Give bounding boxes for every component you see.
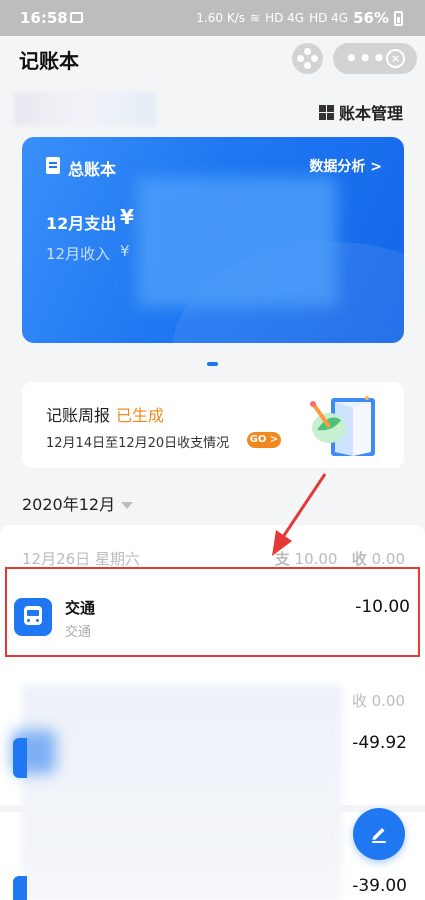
blurred-record-amount[interactable]: -39.00 (352, 876, 407, 896)
dot-icon (297, 55, 304, 62)
data-analysis-link[interactable]: 数据分析 > (309, 156, 382, 176)
user-info-blurred (14, 92, 156, 126)
month-selector[interactable]: 2020年12月 (22, 491, 134, 515)
bus-category-icon (14, 598, 52, 636)
records-blurred (12, 685, 342, 900)
account-manage-label: 账本管理 (338, 104, 403, 123)
capsule-menu: ••• × (333, 43, 417, 74)
dot-icon (304, 62, 311, 69)
record-amount: -10.00 (355, 597, 410, 617)
clock: 16:58 (20, 9, 68, 27)
carousel-indicator (207, 362, 218, 366)
weekly-report-description: 12月14日至12月20日收支情况 (46, 436, 230, 451)
income-prefix: 收 (351, 550, 367, 568)
amount-blurred (137, 177, 337, 307)
expense-prefix: 支 (274, 550, 290, 568)
account-manage-button[interactable]: 账本管理 (318, 100, 403, 124)
ledger-card[interactable]: 总账本 数据分析 > 12月支出 ¥ 12月收入 ¥ (22, 137, 404, 343)
day-date: 12月26日 星期六 (22, 550, 140, 568)
battery-icon (394, 10, 403, 26)
status-icons: 1.60 K/s ≋ HD 4G HD 4G 56% (196, 9, 403, 27)
ledger-icon (46, 157, 60, 174)
ledger-name: 总账本 (68, 160, 117, 179)
income-currency: ¥ (120, 242, 130, 260)
expense-currency: ¥ (120, 205, 134, 229)
battery-percent: 56% (353, 9, 389, 27)
weekly-report-title: 记账周报 (46, 406, 111, 425)
pen-icon (372, 828, 386, 843)
month-income-label: 12月收入 (46, 245, 111, 263)
wifi-icon: ≋ (250, 11, 261, 25)
network-speed: 1.60 K/s (196, 11, 245, 25)
day-expense: 10.00 (294, 550, 338, 568)
category-icon-partial (13, 738, 27, 778)
page-title: 记账本 (19, 49, 79, 73)
month-expense-label: 12月支出 (46, 214, 117, 233)
grid-icon (318, 104, 334, 120)
blurred-record-amount[interactable]: -49.92 (352, 733, 407, 753)
day-summary: 支 10.00 收 0.00 (275, 548, 405, 569)
more-button[interactable]: ••• (345, 46, 386, 70)
signal-1: HD 4G (265, 11, 305, 25)
blurred-day-income: 收 0.00 (351, 692, 405, 710)
transaction-record[interactable]: 交通 交通 -10.00 (5, 567, 420, 657)
mini-program-menu-button[interactable] (292, 43, 323, 74)
signal-2: HD 4G (309, 11, 349, 25)
dot-icon (311, 55, 318, 62)
caret-down-icon (121, 502, 134, 509)
record-category: 交通 (65, 625, 92, 640)
day-income: 0.00 (371, 550, 405, 568)
close-button[interactable]: × (386, 49, 405, 68)
record-name: 交通 (65, 599, 96, 617)
month-label: 2020年12月 (22, 495, 116, 514)
weekly-report-card[interactable]: 记账周报 已生成 12月14日至12月20日收支情况 GO > (22, 382, 404, 468)
status-bar: 16:58 1.60 K/s ≋ HD 4G HD 4G 56% (0, 0, 425, 36)
add-record-button[interactable] (353, 808, 405, 860)
category-icon-partial (13, 876, 27, 900)
go-button[interactable]: GO > (247, 432, 281, 448)
app-header: 记账本 ••• × (0, 36, 425, 82)
weekly-report-status: 已生成 (116, 406, 165, 425)
dot-icon (304, 48, 311, 55)
report-book-illustration (310, 396, 375, 456)
image-notification-icon (70, 12, 83, 23)
